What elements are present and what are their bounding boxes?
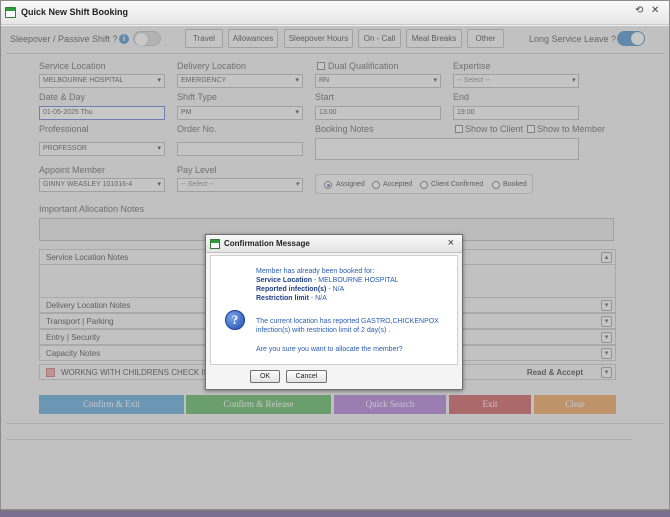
title-bar: Quick New Shift Booking ⟲ ✕	[1, 1, 669, 25]
dialog-line-reported: Reported infection(s) - N/A	[256, 286, 345, 293]
close-icon[interactable]: ✕	[651, 6, 659, 16]
dialog-title-bar: Confirmation Message ×	[206, 235, 462, 253]
cancel-button[interactable]: Cancel	[286, 370, 327, 383]
booking-window: Quick New Shift Booking ⟲ ✕ Sleepover / …	[0, 0, 670, 511]
app-icon	[210, 239, 220, 249]
confirmation-dialog: Confirmation Message × ? Member has alre…	[205, 234, 463, 390]
dialog-line-current-1: The current location has reported GASTRO…	[256, 318, 439, 325]
dialog-body: ? Member has already been booked for: Se…	[210, 255, 458, 365]
dialog-title: Confirmation Message	[224, 239, 310, 248]
dialog-line-current-2: infection(s) with restriction limit of 2…	[256, 327, 391, 334]
dialog-line-restriction: Restriction limit - N/A	[256, 295, 327, 302]
close-icon[interactable]: ×	[448, 237, 454, 249]
dialog-line-booked: Member has already been booked for:	[256, 268, 375, 275]
ok-button[interactable]: OK	[250, 370, 280, 383]
window-title: Quick New Shift Booking	[21, 7, 129, 17]
dialog-question: Are you sure you want to allocate the me…	[256, 346, 403, 353]
question-icon: ?	[225, 310, 245, 330]
desktop-taskbar-edge	[0, 511, 670, 517]
dialog-line-service-location: Service Location - MELBOURNE HOSPITAL	[256, 277, 399, 284]
refresh-icon[interactable]: ⟲	[635, 6, 643, 16]
app-icon	[5, 7, 16, 18]
